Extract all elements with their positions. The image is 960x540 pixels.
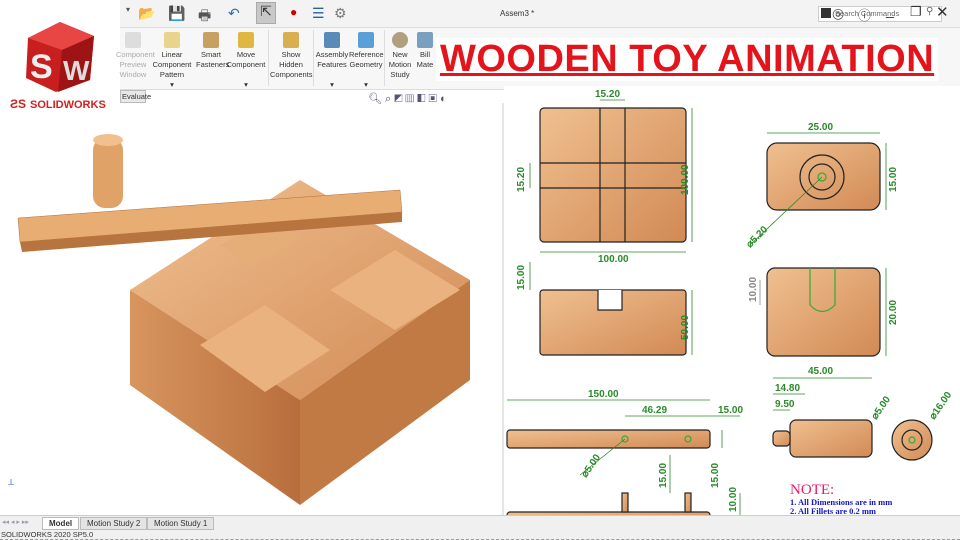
wooden-toy-3d-model — [17, 134, 470, 505]
print-icon[interactable]: 🖶 — [198, 5, 211, 29]
solidworks-logo: S W ƧS SOLIDWORKS — [0, 0, 120, 120]
close-icon[interactable]: ✕ — [936, 3, 949, 21]
svg-text:45.00: 45.00 — [808, 366, 833, 377]
svg-text:25.00: 25.00 — [808, 122, 833, 133]
move-component-button[interactable]: Move Component ▾ — [226, 32, 266, 90]
document-title: Assem3 * — [500, 9, 535, 18]
svg-text:15.20: 15.20 — [516, 167, 527, 192]
graphics-viewport[interactable]: ⟂ 15.20 100.00 15.20 100.00 15.00 50.00 … — [0, 85, 960, 515]
svg-text:2. All Fillets are 0.2 mm: 2. All Fillets are 0.2 mm — [790, 506, 876, 515]
svg-text:100.00: 100.00 — [680, 164, 691, 195]
svg-text:1. All Dimensions are in mm: 1. All Dimensions are in mm — [790, 497, 892, 507]
svg-text:⌀5.00: ⌀5.00 — [869, 394, 893, 422]
headline-title: WOODEN TOY ANIMATION — [436, 38, 939, 81]
svg-text:15.00: 15.00 — [710, 463, 721, 488]
svg-text:15.00: 15.00 — [516, 265, 527, 290]
svg-text:14.80: 14.80 — [775, 383, 800, 394]
svg-text:50.00: 50.00 — [680, 315, 691, 340]
axis-triad-icon: ⟂ — [8, 477, 14, 487]
rebuild-icon[interactable]: ● — [290, 5, 297, 19]
svg-text:S: S — [30, 48, 53, 86]
quick-access-toolbar: ▾ 📂 💾 🖶 ↶ ⇱ ● ☰ ⚙ Assem3 * Search Comman… — [120, 0, 960, 28]
undo-icon[interactable]: ↶ — [228, 5, 240, 22]
user-icon[interactable]: ◎ — [832, 5, 844, 22]
status-bar: SOLIDWORKS 2020 SP5.0 — [0, 530, 960, 540]
svg-text:SOLIDWORKS: SOLIDWORKS — [30, 99, 106, 111]
dimension-labels: 15.20 100.00 15.20 100.00 15.00 50.00 25… — [516, 89, 955, 512]
svg-text:W: W — [63, 55, 90, 86]
svg-text:15.20: 15.20 — [595, 89, 620, 100]
svg-text:15.00: 15.00 — [888, 167, 899, 192]
svg-text:ƧS: ƧS — [10, 97, 26, 111]
save-icon[interactable]: 💾 — [168, 5, 185, 22]
note-block: NOTE: 1. All Dimensions are in mm 2. All… — [790, 482, 892, 515]
smart-fasteners-button[interactable]: Smart Fasteners — [196, 32, 229, 70]
assembly-features-button[interactable]: Assembly Features ▾ — [315, 32, 349, 90]
reference-geometry-button[interactable]: Reference Geometry ▾ — [349, 32, 384, 90]
help-icon[interactable]: ⓘ — [858, 5, 871, 24]
component-preview-button[interactable]: Component Preview Window — [116, 32, 155, 80]
bottom-tab-bar: ◂◂ ◂ ▸ ▸▸ Model Motion Study 2 Motion St… — [0, 515, 960, 530]
svg-text:15.00: 15.00 — [658, 463, 669, 488]
tab-motion-study-1[interactable]: Motion Study 1 — [147, 517, 215, 530]
bill-of-materials-button[interactable]: Bill Mate — [416, 32, 434, 70]
svg-text:⌀5.20: ⌀5.20 — [744, 224, 770, 250]
linear-pattern-button[interactable]: Linear Component Pattern ▾ — [150, 32, 194, 90]
file-properties-icon[interactable]: ☰ — [312, 5, 325, 22]
svg-text:150.00: 150.00 — [588, 389, 619, 400]
svg-text:⌀16.00: ⌀16.00 — [927, 390, 954, 422]
svg-text:NOTE:: NOTE: — [790, 482, 834, 498]
svg-text:46.29: 46.29 — [642, 405, 667, 416]
gear-icon[interactable]: ⚙ — [334, 5, 347, 22]
svg-text:100.00: 100.00 — [598, 254, 629, 265]
svg-text:20.00: 20.00 — [888, 300, 899, 325]
svg-text:9.50: 9.50 — [775, 399, 795, 410]
new-motion-study-button[interactable]: New Motion Study — [386, 32, 414, 80]
tab-model[interactable]: Model — [42, 517, 80, 530]
command-icon — [821, 8, 831, 18]
open-icon[interactable]: 📂 — [138, 5, 155, 22]
minimize-icon[interactable]: _ — [886, 2, 894, 18]
tab-evaluate[interactable]: Evaluate — [120, 90, 151, 103]
svg-text:10.00: 10.00 — [728, 487, 739, 512]
tab-scroll-arrows[interactable]: ◂◂ ◂ ▸ ▸▸ — [2, 518, 29, 526]
sw-cube-icon: S W ƧS SOLIDWORKS — [10, 22, 106, 111]
orthographic-drawings — [506, 107, 933, 515]
view-heads-up-toolbar[interactable]: 🔍︎ ⌕ ◩ ▥ ◧ ▣ ◐ — [368, 92, 447, 106]
restore-icon[interactable]: ❐ — [910, 4, 922, 20]
svg-text:15.00: 15.00 — [718, 405, 743, 416]
dropdown-icon[interactable]: ▾ — [126, 5, 130, 14]
svg-text:⌀5.00: ⌀5.00 — [579, 452, 603, 480]
dimension-lines — [507, 99, 887, 515]
search-icon[interactable]: ⚲ — [926, 6, 933, 17]
select-icon[interactable]: ⇱ — [256, 2, 276, 24]
tab-motion-study-2[interactable]: Motion Study 2 — [80, 517, 148, 530]
svg-text:10.00: 10.00 — [748, 277, 759, 302]
show-hidden-button[interactable]: Show Hidden Components — [270, 32, 313, 80]
